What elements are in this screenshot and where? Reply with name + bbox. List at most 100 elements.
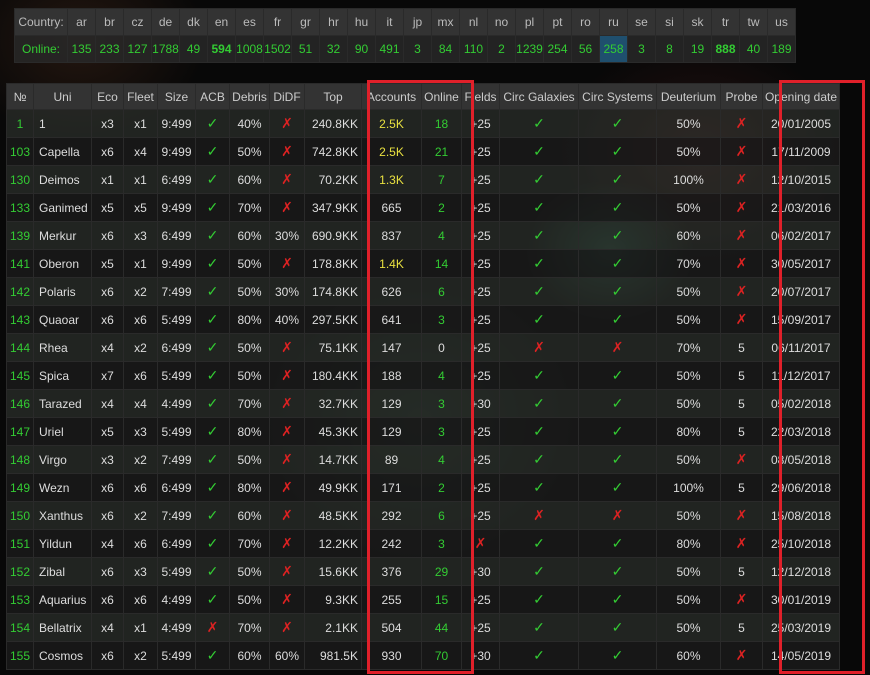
country-code-pt[interactable]: pt: [543, 8, 572, 36]
table-row[interactable]: 149 Wezn x6 x6 6:499 ✓ 80% ✗ 49.9KK 171 2 +25 ✓ ✓ 100%…: [6, 473, 840, 502]
country-code-sk[interactable]: sk: [683, 8, 712, 36]
table-row[interactable]: 1 1 x3 x1 9:499 ✓ 40% ✗ 240.8KK 2.5K 18 +25 ✓ ✓ 50% ✗ 20…: [6, 109, 840, 138]
country-code-mx[interactable]: mx: [431, 8, 460, 36]
column-header-eco[interactable]: Eco: [91, 83, 124, 110]
country-code-it[interactable]: it: [375, 8, 404, 36]
table-row[interactable]: 152 Zibal x6 x3 5:499 ✓ 50% ✗ 15.6KK 376 29 +30 ✓ ✓ 50…: [6, 557, 840, 586]
country-code-ru[interactable]: ru: [599, 8, 628, 36]
column-header-size[interactable]: Size: [157, 83, 196, 110]
table-row[interactable]: 133 Ganimed x5 x5 9:499 ✓ 70% ✗ 347.9KK 665 2 +25 ✓ ✓…: [6, 193, 840, 222]
cell-accounts: 1.4K: [361, 249, 422, 278]
country-code-dk[interactable]: dk: [179, 8, 208, 36]
table-row[interactable]: 139 Merkur x6 x3 6:499 ✓ 60% 30% 690.9KK 837 4 +25 ✓…: [6, 221, 840, 250]
country-code-ar[interactable]: ar: [67, 8, 96, 36]
country-code-pl[interactable]: pl: [515, 8, 544, 36]
cell-number: 144: [6, 333, 34, 362]
column-header-deuterium[interactable]: Deuterium: [656, 83, 721, 110]
cell-debris: 50%: [229, 277, 270, 306]
cell-eco: x6: [91, 277, 124, 306]
table-row[interactable]: 145 Spica x7 x6 5:499 ✓ 50% ✗ 180.4KK 188 4 +25 ✓ ✓ 50…: [6, 361, 840, 390]
check-icon: ✓: [611, 143, 624, 159]
country-online-tw: 40: [739, 35, 768, 63]
cell-circ-systems: ✓: [578, 165, 657, 194]
country-code-hr[interactable]: hr: [319, 8, 348, 36]
country-online-pl: 1239: [515, 35, 544, 63]
country-code-tw[interactable]: tw: [739, 8, 768, 36]
column-header-circ-galaxies[interactable]: Circ Galaxies: [499, 83, 579, 110]
country-code-cz[interactable]: cz: [123, 8, 152, 36]
country-code-no[interactable]: no: [487, 8, 516, 36]
country-code-se[interactable]: se: [627, 8, 656, 36]
table-row[interactable]: 148 Virgo x3 x2 7:499 ✓ 50% ✗ 14.7KK 89 4 +25 ✓ ✓ 50% ✗…: [6, 445, 840, 474]
table-row[interactable]: 155 Cosmos x6 x2 5:499 ✓ 60% 60% 981.5K 930 70 +30 ✓…: [6, 641, 840, 670]
table-row[interactable]: 150 Xanthus x6 x2 7:499 ✓ 60% ✗ 48.5KK 292 6 +25 ✗ ✗ 5…: [6, 501, 840, 530]
table-row[interactable]: 144 Rhea x4 x2 6:499 ✓ 50% ✗ 75.1KK 147 0 +25 ✗ ✗ 70% 5…: [6, 333, 840, 362]
column-header-fields[interactable]: Fields: [461, 83, 500, 110]
table-row[interactable]: 146 Tarazed x4 x4 4:499 ✓ 70% ✗ 32.7KK 129 3 +30 ✓ ✓ 5…: [6, 389, 840, 418]
country-code-us[interactable]: us: [767, 8, 796, 36]
cell-opening-date: 06/02/2017: [762, 221, 840, 250]
country-code-ro[interactable]: ro: [571, 8, 600, 36]
column-header-didf[interactable]: DiDF: [269, 83, 305, 110]
country-code-nl[interactable]: nl: [459, 8, 488, 36]
country-code-hu[interactable]: hu: [347, 8, 376, 36]
table-row[interactable]: 103 Capella x6 x4 9:499 ✓ 50% ✗ 742.8KK 2.5K 21 +25…: [6, 137, 840, 166]
country-code-si[interactable]: si: [655, 8, 684, 36]
cell-online: 18: [421, 109, 462, 138]
table-row[interactable]: 142 Polaris x6 x2 7:499 ✓ 50% 30% 174.8KK 626 6 +25…: [6, 277, 840, 306]
column-header-acb[interactable]: ACB: [195, 83, 230, 110]
cell-eco: x6: [91, 137, 124, 166]
country-online-row: Online: 135 233 127 1788 49 594 1008 1502 51 32 90…: [14, 35, 796, 63]
column-header-number[interactable]: №: [6, 83, 34, 110]
cross-icon: ✗: [735, 283, 748, 299]
country-code-fr[interactable]: fr: [263, 8, 292, 36]
check-icon: ✓: [533, 535, 545, 551]
column-header-top[interactable]: Top: [304, 83, 362, 110]
country-code-gr[interactable]: gr: [291, 8, 320, 36]
table-row[interactable]: 153 Aquarius x6 x6 4:499 ✓ 50% ✗ 9.3KK 255 15 +25 ✓ ✓…: [6, 585, 840, 614]
table-row[interactable]: 130 Deimos x1 x1 6:499 ✓ 60% ✗ 70.2KK 1.3K 7 +25 ✓ ✓ 1…: [6, 165, 840, 194]
cross-icon: ✗: [735, 451, 748, 467]
check-icon: ✓: [206, 423, 219, 439]
table-row[interactable]: 151 Yildun x4 x6 6:499 ✓ 70% ✗ 12.2KK 242 3 ✗ ✓ ✓ 80% ✗…: [6, 529, 840, 558]
cell-didf: 40%: [269, 305, 305, 334]
cell-acb: ✓: [195, 417, 230, 446]
column-header-fleet[interactable]: Fleet: [123, 83, 158, 110]
cell-circ-galaxies: ✓: [499, 529, 579, 558]
cell-size: 6:499: [157, 473, 196, 502]
cell-didf: ✗: [269, 585, 305, 614]
cell-probe: ✗: [720, 585, 763, 614]
cell-fleet: x2: [123, 501, 158, 530]
column-header-accounts[interactable]: Accounts: [361, 83, 422, 110]
country-code-de[interactable]: de: [151, 8, 180, 36]
table-row[interactable]: 143 Quaoar x6 x6 5:499 ✓ 80% 40% 297.5KK 641 3 +25 ✓…: [6, 305, 840, 334]
column-header-probe[interactable]: Probe: [720, 83, 763, 110]
table-row[interactable]: 154 Bellatrix x4 x1 4:499 ✗ 70% ✗ 2.1KK 504 44 +25 ✓…: [6, 613, 840, 642]
cell-uni: Yildun: [33, 529, 92, 558]
cell-fields: +25: [461, 137, 500, 166]
country-code-br[interactable]: br: [95, 8, 124, 36]
table-row[interactable]: 147 Uriel x5 x3 5:499 ✓ 80% ✗ 45.3KK 129 3 +25 ✓ ✓ 80%…: [6, 417, 840, 446]
country-code-es[interactable]: es: [235, 8, 264, 36]
table-row[interactable]: 141 Oberon x5 x1 9:499 ✓ 50% ✗ 178.8KK 1.4K 14 +25 ✓…: [6, 249, 840, 278]
check-icon: ✓: [206, 451, 219, 467]
country-code-jp[interactable]: jp: [403, 8, 432, 36]
column-header-debris[interactable]: Debris: [229, 83, 270, 110]
check-icon: ✓: [611, 591, 624, 607]
column-header-uni[interactable]: Uni: [33, 83, 92, 110]
cell-accounts: 930: [361, 641, 422, 670]
cell-online: 4: [421, 221, 462, 250]
cell-circ-systems: ✓: [578, 193, 657, 222]
cell-accounts: 2.5K: [361, 137, 422, 166]
cross-icon: ✗: [281, 535, 293, 551]
column-header-online[interactable]: Online: [421, 83, 462, 110]
country-code-tr[interactable]: tr: [711, 8, 740, 36]
column-header-opening-date[interactable]: Opening date: [762, 83, 840, 110]
cell-didf: ✗: [269, 389, 305, 418]
check-icon: ✓: [533, 619, 545, 635]
column-header-circ-systems[interactable]: Circ Systems: [578, 83, 657, 110]
country-code-en[interactable]: en: [207, 8, 236, 36]
check-icon: ✓: [206, 507, 219, 523]
cell-size: 9:499: [157, 137, 196, 166]
cell-opening-date: 17/11/2009: [762, 137, 840, 166]
